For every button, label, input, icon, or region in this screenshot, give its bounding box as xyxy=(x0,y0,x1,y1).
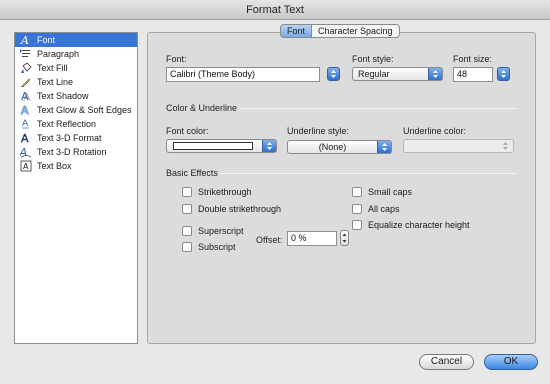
window-title: Format Text xyxy=(0,0,550,20)
checkbox-label: Small caps xyxy=(368,187,413,197)
paragraph-icon xyxy=(19,48,33,60)
cancel-button[interactable]: Cancel xyxy=(419,354,474,370)
checkbox-box[interactable] xyxy=(352,204,362,214)
sidebar-item-label: Text 3-D Rotation xyxy=(37,147,107,157)
tab-font[interactable]: Font xyxy=(281,25,312,37)
svg-text:A: A xyxy=(21,104,29,116)
checkbox-box[interactable] xyxy=(182,204,192,214)
color-underline-section-title: Color & Underline xyxy=(166,103,238,113)
sidebar-item-label: Text Shadow xyxy=(37,91,89,101)
section-divider xyxy=(240,108,517,109)
offset-label: Offset: xyxy=(256,235,283,245)
font-color-popup[interactable] xyxy=(166,139,277,153)
checkbox-label: All caps xyxy=(368,204,400,214)
basic-effects-section-title: Basic Effects xyxy=(166,168,218,178)
underline-color-popup[interactable] xyxy=(403,139,514,153)
underline-style-value: (None) xyxy=(318,142,347,152)
font-a-icon: A xyxy=(19,34,33,46)
up-down-arrows-icon xyxy=(342,233,347,243)
double-strikethrough-checkbox[interactable]: Double strikethrough xyxy=(182,204,281,214)
tab-segmented-control: Font Character Spacing xyxy=(280,24,400,38)
underline-style-label: Underline style: xyxy=(287,126,350,136)
category-sidebar: A Font Paragraph Text Fill Text Line AA xyxy=(14,32,138,344)
font-label: Font: xyxy=(166,54,187,64)
all-caps-checkbox[interactable]: All caps xyxy=(352,204,400,214)
text-reflection-icon: A xyxy=(19,118,33,130)
sidebar-item-label: Text Line xyxy=(37,77,74,87)
offset-stepper[interactable] xyxy=(340,230,349,246)
svg-text:A: A xyxy=(21,90,29,102)
font-name-field[interactable]: Calibri (Theme Body) xyxy=(166,67,320,82)
equalize-character-height-checkbox[interactable]: Equalize character height xyxy=(352,220,470,230)
up-down-arrows-icon xyxy=(262,140,276,152)
svg-text:A: A xyxy=(20,34,29,46)
subscript-checkbox[interactable]: Subscript xyxy=(182,242,236,252)
paint-bucket-icon xyxy=(19,62,33,74)
checkbox-label: Strikethrough xyxy=(198,187,252,197)
sidebar-item-text-box[interactable]: A Text Box xyxy=(15,159,137,173)
font-style-value: Regular xyxy=(358,69,390,79)
checkbox-box[interactable] xyxy=(352,187,362,197)
sidebar-item-text-3d-rotation[interactable]: A Text 3-D Rotation xyxy=(15,145,137,159)
sidebar-item-text-fill[interactable]: Text Fill xyxy=(15,61,137,75)
checkbox-label: Double strikethrough xyxy=(198,204,282,214)
checkbox-label: Superscript xyxy=(198,226,244,236)
sidebar-item-text-3d-format[interactable]: A Text 3-D Format xyxy=(15,131,137,145)
font-size-field[interactable]: 48 xyxy=(453,67,493,82)
sidebar-item-text-reflection[interactable]: A Text Reflection xyxy=(15,117,137,131)
sidebar-item-label: Font xyxy=(37,35,56,45)
sidebar-item-label: Text Reflection xyxy=(37,119,97,129)
pencil-icon xyxy=(19,76,33,88)
sidebar-item-label: Paragraph xyxy=(37,49,80,59)
small-caps-checkbox[interactable]: Small caps xyxy=(352,187,412,197)
sidebar-item-text-line[interactable]: Text Line xyxy=(15,75,137,89)
underline-style-popup[interactable]: (None) xyxy=(287,140,392,154)
font-name-dropdown-button[interactable] xyxy=(327,67,340,81)
checkbox-box[interactable] xyxy=(182,187,192,197)
up-down-arrows-icon xyxy=(331,70,336,78)
up-down-arrows-icon xyxy=(377,141,391,153)
checkbox-box[interactable] xyxy=(182,242,192,252)
sidebar-item-label: Text Glow & Soft Edges xyxy=(37,105,132,115)
checkbox-label: Equalize character height xyxy=(368,220,470,230)
sidebar-item-paragraph[interactable]: Paragraph xyxy=(15,47,137,61)
up-down-arrows-icon xyxy=(499,140,513,152)
sidebar-item-label: Text Box xyxy=(37,161,72,171)
superscript-checkbox[interactable]: Superscript xyxy=(182,226,244,236)
format-text-dialog: Format Text A Font Paragraph Text Fill T… xyxy=(0,0,550,384)
checkbox-label: Subscript xyxy=(198,242,236,252)
font-color-label: Font color: xyxy=(166,126,209,136)
sidebar-item-text-glow[interactable]: A Text Glow & Soft Edges xyxy=(15,103,137,117)
strikethrough-checkbox[interactable]: Strikethrough xyxy=(182,187,252,197)
text-3d-format-icon: A xyxy=(19,132,33,144)
sidebar-item-label: Text 3-D Format xyxy=(37,133,102,143)
offset-field[interactable]: 0 % xyxy=(287,231,337,246)
sidebar-item-text-shadow[interactable]: AA Text Shadow xyxy=(15,89,137,103)
text-shadow-icon: AA xyxy=(19,90,33,102)
underline-color-label: Underline color: xyxy=(403,126,467,136)
svg-text:A: A xyxy=(23,162,29,171)
font-style-popup[interactable]: Regular xyxy=(352,67,443,81)
font-style-label: Font style: xyxy=(352,54,394,64)
text-box-icon: A xyxy=(19,160,33,172)
font-size-dropdown-button[interactable] xyxy=(497,67,510,81)
checkbox-box[interactable] xyxy=(182,226,192,236)
ok-button[interactable]: OK xyxy=(484,354,538,370)
up-down-arrows-icon xyxy=(428,68,442,80)
font-color-swatch xyxy=(173,142,253,150)
sidebar-item-label: Text Fill xyxy=(37,63,68,73)
section-divider xyxy=(221,173,517,174)
text-3d-rotation-icon: A xyxy=(19,146,33,158)
svg-text:A: A xyxy=(21,132,29,144)
tab-character-spacing[interactable]: Character Spacing xyxy=(311,25,399,37)
up-down-arrows-icon xyxy=(501,70,506,78)
font-size-label: Font size: xyxy=(453,54,493,64)
checkbox-box[interactable] xyxy=(352,220,362,230)
text-glow-icon: A xyxy=(19,104,33,116)
sidebar-item-font[interactable]: A Font xyxy=(15,33,137,47)
svg-text:A: A xyxy=(20,146,29,158)
